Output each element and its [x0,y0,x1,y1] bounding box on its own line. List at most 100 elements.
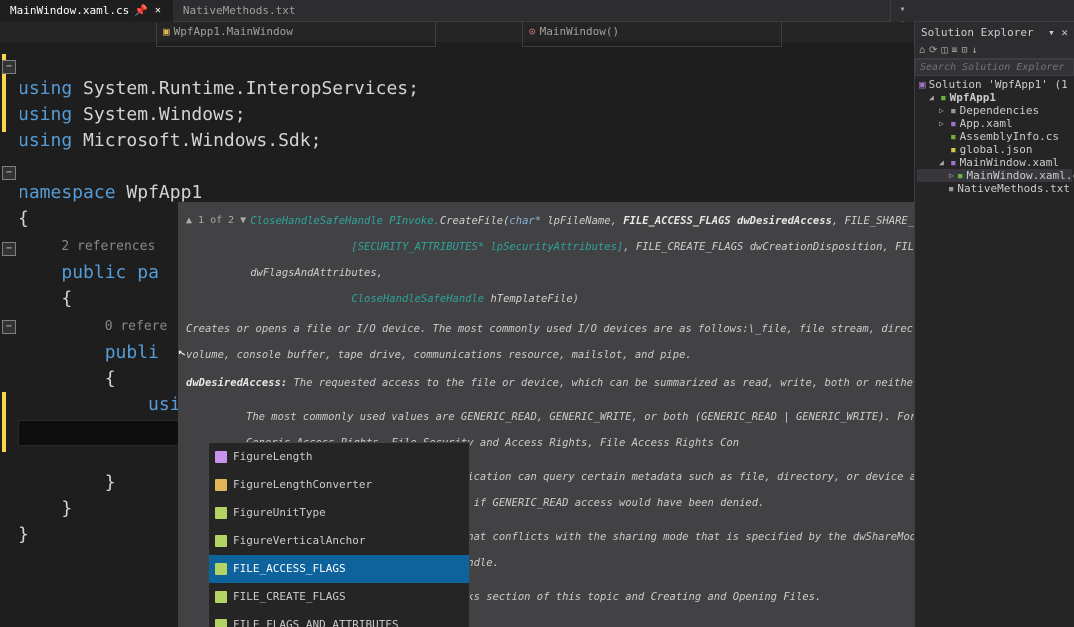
completion-item[interactable]: FigureUnitType [209,499,469,527]
sig-nav[interactable]: ▲ 1 of 2 ▼ [186,208,246,234]
brace: { [61,288,72,309]
completion-item[interactable]: FILE_FLAGS_AND_ATTRIBUTES [209,611,469,627]
toolbar-icon[interactable]: ⟳ [929,45,937,56]
completion-label: FigureVerticalAnchor [233,528,365,554]
tree-label: App.xaml [960,117,1013,130]
tree-label: AssemblyInfo.cs [960,130,1059,143]
keyword: using [18,104,72,125]
main-area: ▣ WpfApp1.MainWindow ⊙ MainWindow() − − … [0,22,1074,627]
semi: ; [235,104,246,125]
tree-item[interactable]: ▷▪App.xaml [917,117,1072,130]
sig-prefix: CloseHandleSafeHandle PInvoke. [250,215,440,227]
sig-ptype: FILE_CREATE_FLAGS [636,241,743,253]
keyword: using [18,130,72,151]
tree-label: global.json [960,143,1033,156]
fold-toggle[interactable]: − [2,166,16,180]
sig-pname: lpFileName [547,215,610,227]
ns: Microsoft.Windows.Sdk [83,130,311,151]
panel-menu-icon[interactable]: ▾ ✕ [1048,26,1068,39]
method-icon: ⊙ [529,22,536,45]
sig-ptype: [SECURITY_ATTRIBUTES* [351,241,484,253]
completion-item[interactable]: FigureLengthConverter [209,471,469,499]
expand-icon[interactable]: ◢ [929,93,937,102]
sig-ptype: CloseHandleSafeHandle [351,293,484,305]
sig-fn: CreateFile( [440,215,510,227]
crumb-member-label: MainWindow() [540,22,619,45]
xaml-icon: ▪ [950,117,957,130]
solution-toolbar: ⌂ ⟳ ◫ ≡ ⊡ ↓ [915,43,1074,59]
expand-icon[interactable]: ▷ [949,171,954,180]
proj-icon: ▪ [940,91,947,104]
modified-marker [2,392,6,452]
xaml-icon: ▪ [950,156,957,169]
completion-item[interactable]: FigureVerticalAnchor [209,527,469,555]
cs-icon: ▪ [957,169,964,182]
ns: System.Windows [83,104,235,125]
tab-nativemethods[interactable]: NativeMethods.txt [173,0,306,22]
tree-item[interactable]: ▷▪MainWindow.xaml.cs [917,169,1072,182]
toolbar-icon[interactable]: ⊡ [961,45,967,56]
dep-icon: ▪ [950,104,957,117]
code-editor[interactable]: ▣ WpfApp1.MainWindow ⊙ MainWindow() − − … [0,22,914,627]
toolbar-icon[interactable]: ≡ [951,45,957,56]
codelens[interactable]: 2 references [61,239,155,254]
intellisense-popup[interactable]: FigureLengthFigureLengthConverterFigureU… [208,442,470,627]
toolbar-icon[interactable]: ↓ [972,45,978,56]
semi: ; [311,130,322,151]
completion-label: FILE_ACCESS_FLAGS [233,556,346,582]
completion-item[interactable]: FILE_ACCESS_FLAGS [209,555,469,583]
completion-item[interactable]: FigureLength [209,443,469,471]
expand-icon[interactable]: ◢ [939,158,947,167]
class-icon: ▣ [163,22,170,45]
solution-explorer: Solution Explorer ▾ ✕ ⌂ ⟳ ◫ ≡ ⊡ ↓ ▣ Solution … [914,22,1074,627]
solution-icon: ▣ [919,78,926,91]
tree-item[interactable]: ◢▪WpfApp1 [917,91,1072,104]
brace: } [61,498,72,519]
solution-search-input[interactable] [915,59,1074,76]
sig-desc: Creates or opens a file or I/O device. T… [186,323,914,361]
expand-icon[interactable]: ▷ [939,106,947,115]
tree-item[interactable]: ▷▪Dependencies [917,104,1072,117]
solution-tree[interactable]: ▣ Solution 'WpfApp1' (1 of 1 project) ◢▪… [915,76,1074,627]
keyword: namespace [18,182,116,203]
codelens[interactable]: 0 refere [105,319,168,334]
tab-label: MainWindow.xaml.cs [10,4,129,17]
completion-item[interactable]: FILE_CREATE_FLAGS [209,583,469,611]
fold-toggle[interactable]: − [2,320,16,334]
enum-icon [215,535,227,547]
tree-item[interactable]: ▪NativeMethods.txt [917,182,1072,195]
tab-mainwindow-cs[interactable]: MainWindow.xaml.cs 📌 ✕ [0,0,173,22]
tree-item[interactable]: ◢▪MainWindow.xaml [917,156,1072,169]
toolbar-icon[interactable]: ⌂ [919,45,925,56]
enum-icon [215,507,227,519]
keyword: pa [137,262,159,283]
tree-item[interactable]: ▪global.json [917,143,1072,156]
fold-toggle[interactable]: − [2,60,16,74]
crumb-member[interactable]: ⊙ MainWindow() [522,22,782,47]
keyword: public [61,262,126,283]
sig-ptype: char* [509,215,541,227]
param-desc: The requested access to the file or devi… [293,377,914,389]
cs-icon: ▪ [950,130,957,143]
crumb-class[interactable]: ▣ WpfApp1.MainWindow [156,22,436,47]
struct-icon [215,451,227,463]
sig-ptype: FILE_FLAGS_AND_ATTRIBUTES [895,241,914,253]
class-icon [215,479,227,491]
pin-icon[interactable]: 📌 [134,4,148,17]
tree-root[interactable]: ▣ Solution 'WpfApp1' (1 of 1 project) [917,78,1072,91]
expand-icon[interactable]: ▷ [939,119,947,128]
txt-icon: ▪ [948,182,955,195]
panel-title-bar: Solution Explorer ▾ ✕ [915,22,1074,43]
close-icon[interactable]: ✕ [153,6,163,16]
toolbar-icon[interactable]: ◫ [941,45,947,56]
tree-label: MainWindow.xaml.cs [966,169,1074,182]
completion-list: FigureLengthFigureLengthConverterFigureU… [209,443,469,627]
dropdown-icon[interactable]: ▾ [899,4,905,15]
tab-label: NativeMethods.txt [183,4,296,17]
tree-item[interactable]: ▪AssemblyInfo.cs [917,130,1072,143]
enum-icon [215,619,227,627]
ns: System.Runtime.InteropServices [83,78,408,99]
tree-label: MainWindow.xaml [960,156,1059,169]
fold-toggle[interactable]: − [2,242,16,256]
keyword: using [18,78,72,99]
